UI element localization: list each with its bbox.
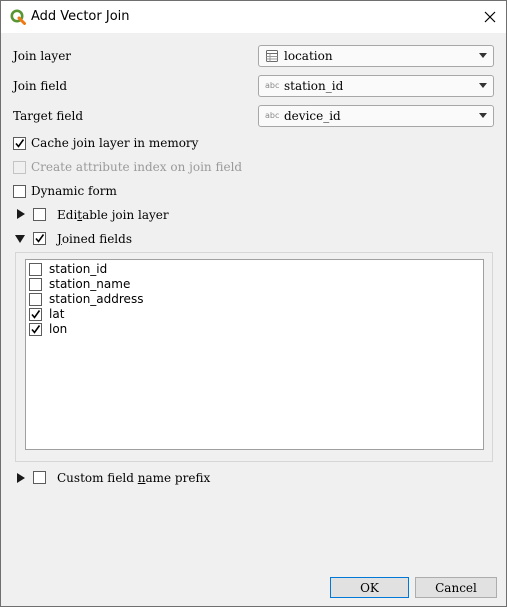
checkmark-icon <box>35 234 45 243</box>
expand-arrow-icon[interactable] <box>16 473 26 483</box>
field-checkbox[interactable] <box>29 263 42 276</box>
field-checkbox[interactable] <box>29 308 42 321</box>
dynamic-form-checkbox[interactable] <box>13 185 26 198</box>
join-field-value: station_id <box>284 79 344 93</box>
close-icon <box>484 11 496 23</box>
joined-fields-label: Joined fields <box>57 232 132 246</box>
field-name: station_id <box>49 262 108 276</box>
string-type-icon: abc <box>265 81 280 90</box>
dynamic-form-label: Dynamic form <box>31 184 117 198</box>
cache-join-layer-label: Cache join layer in memory <box>31 136 199 150</box>
custom-field-prefix-label: Custom field name prefix <box>57 471 211 485</box>
cache-join-layer-checkbox[interactable] <box>13 137 26 150</box>
join-layer-value: location <box>284 49 333 63</box>
string-type-icon: abc <box>265 111 280 120</box>
field-checkbox[interactable] <box>29 293 42 306</box>
join-layer-label: Join layer <box>13 49 72 63</box>
chevron-down-icon <box>479 53 487 58</box>
dialog-title: Add Vector Join <box>31 9 130 24</box>
target-field-value: device_id <box>284 109 341 123</box>
field-name: lon <box>49 322 68 336</box>
joined-fields-list[interactable]: station_id station_name station_address … <box>25 259 484 450</box>
joined-fields-checkbox[interactable] <box>33 232 46 245</box>
cancel-button[interactable]: Cancel <box>415 577 497 598</box>
checkmark-icon <box>15 139 25 148</box>
field-name: station_name <box>49 277 131 291</box>
chevron-down-icon <box>479 113 487 118</box>
join-field-combo[interactable]: abc station_id <box>258 75 494 97</box>
editable-join-layer-label: Editable join layer <box>57 208 169 222</box>
checkmark-icon <box>31 325 41 334</box>
add-vector-join-dialog: Add Vector Join Join layer location Join… <box>0 0 507 607</box>
collapse-arrow-icon[interactable] <box>15 234 25 244</box>
target-field-combo[interactable]: abc device_id <box>258 105 494 127</box>
field-checkbox[interactable] <box>29 278 42 291</box>
custom-field-prefix-checkbox[interactable] <box>33 471 46 484</box>
editable-join-layer-checkbox[interactable] <box>33 208 46 221</box>
create-attribute-index-checkbox[interactable] <box>13 161 26 174</box>
join-layer-combo[interactable]: location <box>258 45 494 67</box>
field-name: station_address <box>49 292 144 306</box>
title-bar: Add Vector Join <box>1 1 506 33</box>
chevron-down-icon <box>479 83 487 88</box>
vector-layer-table-icon <box>266 50 278 62</box>
close-button[interactable] <box>474 1 506 33</box>
target-field-label: Target field <box>13 109 84 123</box>
field-name: lat <box>49 307 65 321</box>
field-checkbox[interactable] <box>29 323 42 336</box>
expand-arrow-icon[interactable] <box>16 209 26 219</box>
qgis-logo-icon <box>10 9 26 25</box>
join-field-label: Join field <box>13 79 68 93</box>
checkmark-icon <box>31 310 41 319</box>
ok-button[interactable]: OK <box>330 577 409 598</box>
create-attribute-index-label: Create attribute index on join field <box>31 160 243 174</box>
